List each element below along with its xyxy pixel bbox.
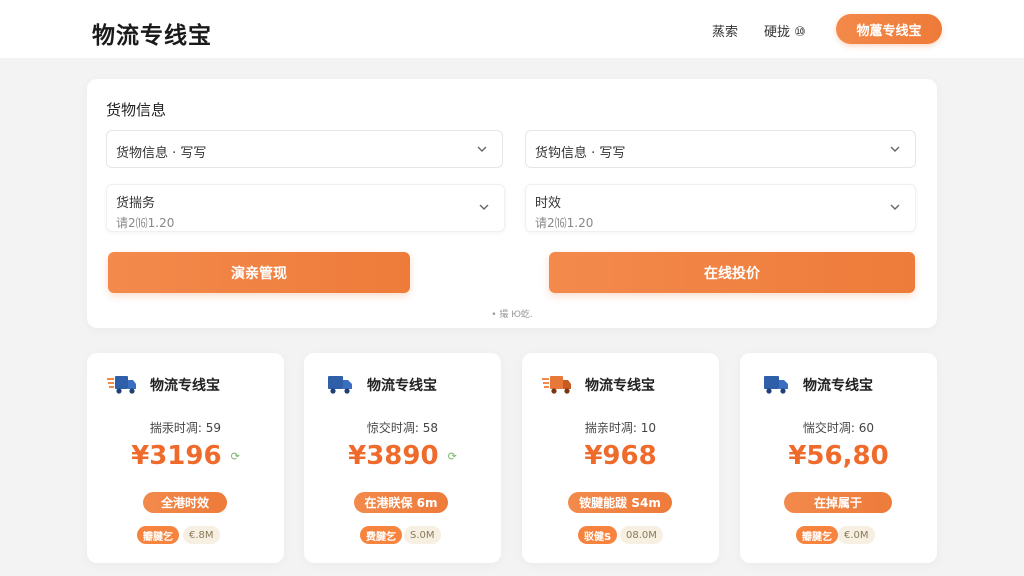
- field-label: 货揣务: [116, 196, 156, 211]
- carrier-card[interactable]: 物流专线宝 揣汞时凋: 59 ¥3196 ⟳ 全港时效 瓣腱乞 €.8M: [87, 353, 284, 563]
- delivery-time: 揣亲时凋: 10: [584, 421, 657, 435]
- card-weight-tag: 08.0M: [620, 526, 663, 544]
- price-row: ¥968: [522, 441, 719, 471]
- card-tag: 瓣腱乞: [796, 526, 838, 544]
- carrier-name: 物流专线宝: [585, 378, 655, 394]
- card-weight-tag: €.8M: [183, 526, 220, 544]
- carrier-card[interactable]: 物流专线宝 揣亲时凋: 10 ¥968 铵腱能跋 S4m 驳健S 08.0M: [522, 353, 719, 563]
- carrier-name: 物流专线宝: [367, 378, 437, 394]
- footnote-text: • 撮 Ю虼.: [491, 310, 533, 320]
- header-cta-button[interactable]: 物蔰专线宝: [836, 14, 942, 44]
- chevron-down-icon: [479, 204, 489, 210]
- carrier-card[interactable]: 物流专线宝 惴交时凋: 60 ¥56,80 在掉属于 瓣腱乞 €.0M: [740, 353, 937, 563]
- delivery-time: 揣汞时凋: 59: [149, 421, 222, 435]
- field-value: 请2⒃1.20: [116, 216, 175, 230]
- cargo-info-select-1[interactable]: 货物信息 · 写写: [106, 130, 503, 168]
- chevron-down-icon: [890, 204, 900, 210]
- price-value: ¥56,80: [788, 441, 889, 471]
- fast-truck-icon: [542, 376, 571, 394]
- price-value: ¥3196: [131, 441, 222, 471]
- cargo-info-select-2[interactable]: 货钩信息 · 写写: [525, 130, 916, 168]
- primary-action-button[interactable]: 演亲管现: [108, 252, 410, 293]
- carrier-name: 物流专线宝: [803, 378, 873, 394]
- card-badge[interactable]: 铵腱能跋 S4m: [568, 492, 672, 513]
- truck-icon: [764, 376, 788, 394]
- app-logo[interactable]: 物流专线宝: [92, 16, 212, 50]
- delivery-time: 惴交时凋: 60: [802, 421, 875, 435]
- card-tag: 驳健S: [578, 526, 618, 544]
- carrier-card[interactable]: 物流专线宝 惊交时凋: 58 ¥3890 ⟳ 在港眹保 6m 费腱乞 S.0M: [304, 353, 501, 563]
- nav-link-account[interactable]: 硬拢 ⑩: [764, 21, 806, 40]
- timeliness-select[interactable]: 时效 请2⒃1.20: [525, 184, 916, 232]
- delivery-time: 惊交时凋: 58: [366, 421, 439, 435]
- online-quote-button[interactable]: 在线投价: [549, 252, 915, 293]
- price-value: ¥968: [584, 441, 657, 471]
- chevron-down-icon: [477, 146, 487, 152]
- card-weight-tag: €.0M: [838, 526, 875, 544]
- fast-truck-icon: [107, 376, 136, 394]
- price-row: ¥3890 ⟳: [304, 441, 501, 471]
- price-value: ¥3890: [348, 441, 439, 471]
- card-badge[interactable]: 在掉属于: [784, 492, 892, 513]
- refresh-icon[interactable]: ⟳: [448, 450, 457, 463]
- price-row: ¥56,80: [740, 441, 937, 471]
- cargo-type-select[interactable]: 货揣务 请2⒃1.20: [106, 184, 505, 232]
- nav-link-search[interactable]: 蒸索: [712, 21, 738, 40]
- card-badge[interactable]: 在港眹保 6m: [354, 492, 448, 513]
- panel-title: 货物信息: [106, 101, 167, 119]
- card-weight-tag: S.0M: [404, 526, 441, 544]
- price-row: ¥3196 ⟳: [87, 441, 284, 471]
- refresh-icon[interactable]: ⟳: [231, 450, 240, 463]
- top-bar: 物流专线宝 蒸索 硬拢 ⑩ 物蔰专线宝: [0, 0, 1024, 58]
- field-value: 请2⒃1.20: [535, 216, 594, 230]
- carrier-name: 物流专线宝: [150, 378, 220, 394]
- field-label: 货物信息 · 写写: [116, 146, 207, 161]
- chevron-down-icon: [890, 146, 900, 152]
- card-tag: 瓣腱乞: [137, 526, 179, 544]
- cargo-info-panel: 货物信息 货物信息 · 写写 货钩信息 · 写写 货揣务 请2⒃1.20 时效 …: [87, 79, 937, 328]
- card-badge[interactable]: 全港时效: [143, 492, 227, 513]
- field-label: 时效: [535, 196, 562, 211]
- truck-icon: [328, 376, 352, 394]
- field-label: 货钩信息 · 写写: [535, 146, 626, 161]
- card-tag: 费腱乞: [360, 526, 402, 544]
